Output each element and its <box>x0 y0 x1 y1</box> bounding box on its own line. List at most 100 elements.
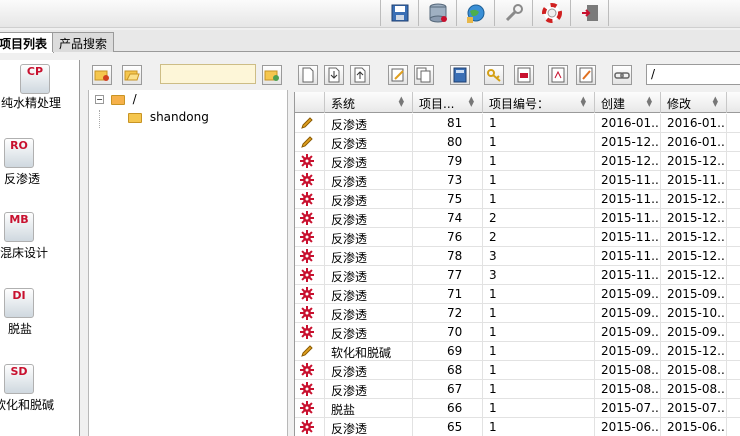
calculator-icon <box>453 67 467 83</box>
cell-created: 2015-11... <box>595 209 661 228</box>
tools-button[interactable] <box>495 0 533 26</box>
gear-icon <box>295 304 325 323</box>
save-button[interactable] <box>381 0 419 26</box>
path-input[interactable]: / <box>646 64 740 85</box>
table-row[interactable]: 反渗透 80 1 2015-12... 2016-01... <box>295 133 740 152</box>
tab-label: 项目列表 <box>0 37 48 51</box>
report-button[interactable] <box>548 65 568 85</box>
edit-button[interactable] <box>388 65 408 85</box>
column-header-modified[interactable]: 修改 ▲ ▼ <box>661 92 727 113</box>
cell-project: 81 <box>413 114 483 133</box>
cell-created: 2015-09... <box>595 342 661 361</box>
note-button[interactable] <box>576 65 596 85</box>
top-toolbar-group <box>380 0 609 26</box>
key-icon <box>487 69 501 82</box>
table-row[interactable]: 反渗透 67 1 2015-08... 2015-08... <box>295 380 740 399</box>
table-row[interactable]: 反渗透 77 3 2015-11... 2015-12... <box>295 266 740 285</box>
module-label: 软化和脱碱 <box>0 398 55 412</box>
exit-button[interactable] <box>571 0 609 26</box>
tree-root[interactable]: − / <box>95 92 209 110</box>
lifebuoy-icon <box>541 3 562 23</box>
new-project-button[interactable] <box>298 65 318 85</box>
cell-project: 79 <box>413 152 483 171</box>
table-row[interactable]: 脱盐 66 1 2015-07... 2015-07... <box>295 399 740 418</box>
cell-number: 1 <box>483 418 595 436</box>
cell-project: 73 <box>413 171 483 190</box>
cell-created: 2015-07... <box>595 399 661 418</box>
folder-search-input[interactable] <box>160 64 256 84</box>
cell-created: 2015-09... <box>595 304 661 323</box>
table-row[interactable]: 反渗透 75 1 2015-11... 2015-12... <box>295 190 740 209</box>
table-row[interactable]: 反渗透 78 3 2015-11... 2015-12... <box>295 247 740 266</box>
calculate-button[interactable] <box>450 65 470 85</box>
tab-project-list[interactable]: 项目列表 <box>0 32 55 53</box>
cell-number: 1 <box>483 114 595 133</box>
search-folder-button[interactable] <box>262 65 282 85</box>
table-row[interactable]: 反渗透 65 1 2015-06... 2015-06... <box>295 418 740 436</box>
help-button[interactable] <box>533 0 571 26</box>
folder-toolbar <box>88 60 288 90</box>
database-button[interactable] <box>419 0 457 26</box>
table-row[interactable]: 软化和脱碱 69 1 2015-09... 2015-12... <box>295 342 740 361</box>
cell-extra <box>727 171 740 190</box>
open-folder-button[interactable] <box>122 65 142 85</box>
module-ro[interactable]: RO 反渗透 <box>0 138 64 187</box>
cell-system: 反渗透 <box>325 266 413 285</box>
tree-item-shandong[interactable]: shandong <box>99 110 209 128</box>
cell-created: 2015-11... <box>595 247 661 266</box>
cell-project: 78 <box>413 247 483 266</box>
export-button[interactable] <box>350 65 370 85</box>
cell-project: 68 <box>413 361 483 380</box>
module-mb[interactable]: MB 混床设计 <box>0 212 64 261</box>
column-header-system[interactable]: 系统 ▲ ▼ <box>325 92 413 113</box>
collapse-icon[interactable]: − <box>95 95 104 104</box>
cell-project: 67 <box>413 380 483 399</box>
import-button[interactable] <box>324 65 344 85</box>
cell-extra <box>727 266 740 285</box>
grid-header: 系统 ▲ ▼ 项目... ▲ ▼ 项目编号： ▲ ▼ 创建 ▲ ▼ 修改 ▲ ▼ <box>295 92 740 113</box>
table-row[interactable]: 反渗透 68 1 2015-08... 2015-08... <box>295 361 740 380</box>
cell-number: 2 <box>483 228 595 247</box>
column-header-number[interactable]: 项目编号： ▲ ▼ <box>483 92 595 113</box>
table-row[interactable]: 反渗透 81 1 2016-01... 2016-01... <box>295 114 740 133</box>
cell-number: 1 <box>483 133 595 152</box>
copy-button[interactable] <box>414 65 434 85</box>
tree-root-label: / <box>132 92 137 106</box>
gear-icon <box>295 190 325 209</box>
open-folder-icon <box>124 70 140 81</box>
cell-modified: 2015-12... <box>661 247 727 266</box>
database-icon <box>429 3 447 23</box>
column-header-project[interactable]: 项目... ▲ ▼ <box>413 92 483 113</box>
table-row[interactable]: 反渗透 76 2 2015-11... 2015-12... <box>295 228 740 247</box>
sort-icon: ▲ ▼ <box>580 95 586 108</box>
cell-modified: 2016-01... <box>661 114 727 133</box>
cell-number: 1 <box>483 342 595 361</box>
top-toolbar <box>0 0 740 28</box>
table-row[interactable]: 反渗透 79 1 2015-12... 2015-12... <box>295 152 740 171</box>
table-row[interactable]: 反渗透 73 1 2015-11... 2015-11... <box>295 171 740 190</box>
module-di[interactable]: DI 脱盐 <box>0 288 64 337</box>
tab-product-search[interactable]: 产品搜索 <box>52 32 115 52</box>
globe-button[interactable] <box>457 0 495 26</box>
cell-modified: 2016-01... <box>661 133 727 152</box>
cell-extra <box>727 114 740 133</box>
cell-extra <box>727 247 740 266</box>
cell-extra <box>727 152 740 171</box>
table-row[interactable]: 反渗透 74 2 2015-11... 2015-12... <box>295 209 740 228</box>
table-row[interactable]: 反渗透 72 1 2015-09... 2015-10... <box>295 304 740 323</box>
table-row[interactable]: 反渗透 71 1 2015-09... 2015-09... <box>295 285 740 304</box>
new-folder-button[interactable] <box>92 65 112 85</box>
module-sd[interactable]: SD 软化和脱碱 <box>0 364 64 413</box>
cell-created: 2015-08... <box>595 361 661 380</box>
table-row[interactable]: 反渗透 70 1 2015-09... 2015-09... <box>295 323 740 342</box>
module-cp[interactable]: CP 纯水精处理 <box>0 64 74 111</box>
cell-modified: 2015-12... <box>661 190 727 209</box>
link-button[interactable] <box>612 65 632 85</box>
cell-extra <box>727 209 740 228</box>
cell-system: 反渗透 <box>325 228 413 247</box>
column-header-created[interactable]: 创建 ▲ ▼ <box>595 92 661 113</box>
key-button[interactable] <box>484 65 504 85</box>
cell-number: 1 <box>483 152 595 171</box>
pdf-button[interactable] <box>514 65 534 85</box>
new-document-icon <box>302 67 314 83</box>
